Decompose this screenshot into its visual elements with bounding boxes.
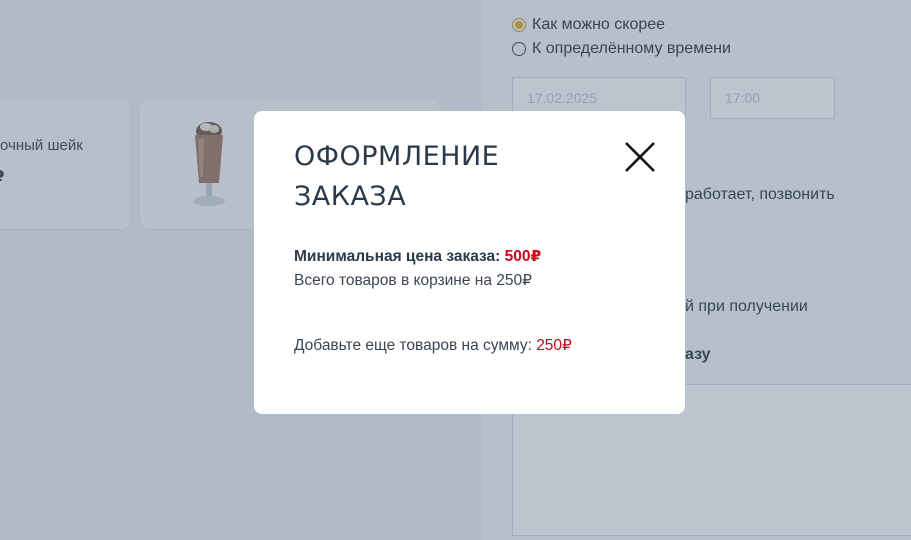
close-button[interactable] [623, 140, 657, 174]
add-more-label: Добавьте еще товаров на сумму: [294, 337, 537, 354]
cart-total-text: Всего товаров в корзине на 250₽ [294, 272, 532, 289]
min-price-line: Минимальная цена заказа: 500₽ [294, 247, 541, 266]
close-icon[interactable] [623, 140, 657, 174]
min-price-label: Минимальная цена заказа: [294, 248, 505, 265]
add-more-line: Добавьте еще товаров на сумму: 250₽ [294, 336, 572, 355]
modal-title: ОФОРМЛЕНИЕ ЗАКАЗА [294, 141, 500, 212]
order-modal: ОФОРМЛЕНИЕ ЗАКАЗА Минимальная цена заказ… [254, 111, 685, 414]
min-price-value: 500₽ [504, 248, 542, 265]
add-more-value: 250₽ [536, 337, 572, 354]
